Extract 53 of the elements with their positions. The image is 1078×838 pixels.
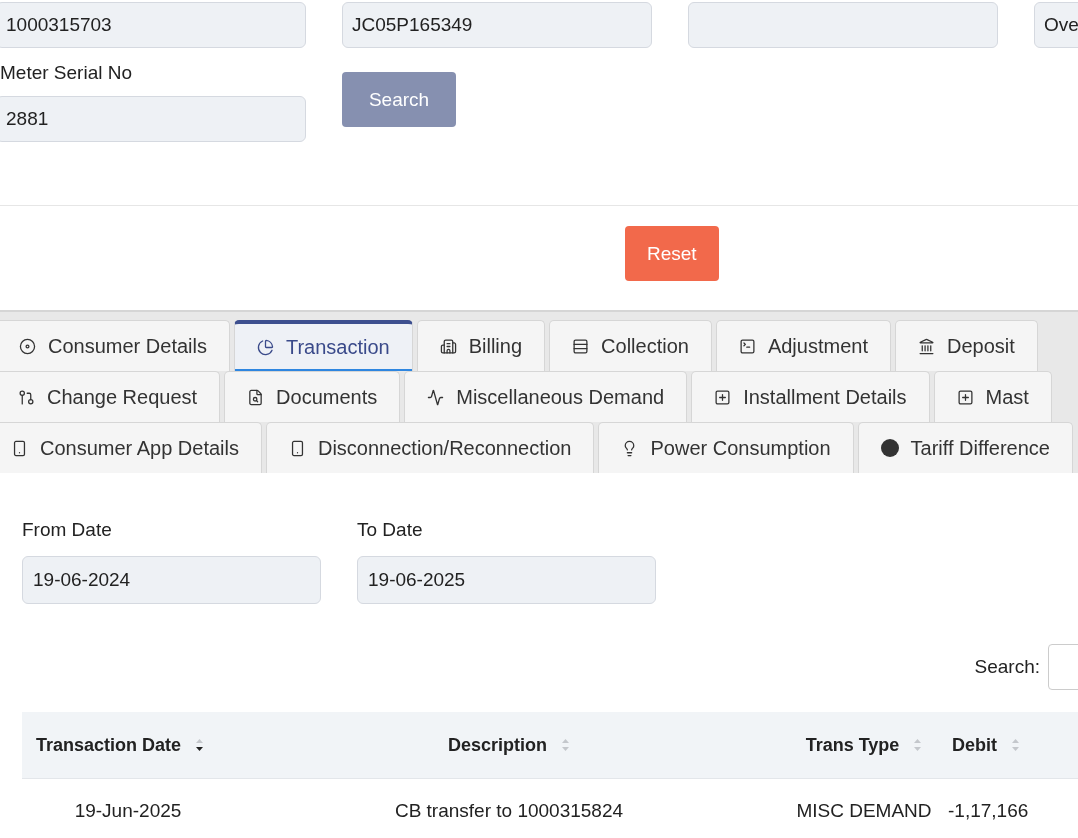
sort-icon[interactable] [195,738,205,752]
tab-icon [247,388,265,406]
tab[interactable]: Mast [933,371,1052,422]
column-header[interactable]: Debit [944,712,1078,779]
column-title: Trans Type [805,734,900,756]
tab[interactable]: Transaction [233,320,413,371]
input-field[interactable]: 1000315703 [0,2,306,48]
column-header[interactable]: Transaction Date [22,712,234,779]
date-field[interactable]: 19-06-2024 [22,556,321,604]
circle-icon [880,439,899,457]
tab[interactable]: Miscellaneous Demand [404,371,688,422]
date-field[interactable]: 19-06-2025 [357,556,656,604]
tab[interactable]: Collection [549,320,712,371]
tab-icon [572,337,590,355]
column-title: Description [448,734,547,756]
tab[interactable]: Disconnection/Reconnection [266,422,595,473]
tab[interactable]: Installment Details [691,371,930,422]
tab-icon [11,439,28,457]
table-cell-text: -1,17,166 [947,799,1030,823]
table-cell-text: CB transfer to 1000315824 [393,799,625,823]
column-title: Debit [952,734,997,756]
search-label: Search: [974,656,1040,678]
tab[interactable]: Change Request [0,371,221,422]
tab-icon [256,339,274,356]
tab[interactable]: Consumer App Details [0,422,262,473]
tab[interactable]: Documents [224,371,401,422]
tab[interactable]: Adjustment [715,320,891,371]
field-label: To Date [357,519,424,541]
column-header[interactable]: Description [234,712,784,779]
tab-icon [714,388,732,406]
tab[interactable]: Deposit [894,320,1038,371]
tab-icon [738,337,756,355]
tab[interactable]: Consumer Details [0,320,230,371]
tab-icon [439,337,457,355]
column-title: Transaction Date [36,734,182,756]
input-field[interactable]: 2881 [0,96,306,142]
tab-icon [427,388,445,406]
input-field[interactable]: JC05P165349 [342,2,652,48]
tab-icon [289,439,306,457]
tab[interactable]: Power Consumption [598,422,854,473]
column-header[interactable]: Trans Type [784,712,944,779]
input-field[interactable]: Ove [1034,2,1078,48]
field-label: From Date [22,519,113,541]
table-cell-text: MISC DEMAND [795,799,933,823]
field-label: Meter Serial No [0,62,133,84]
input-field[interactable] [688,2,998,48]
tab-icon [18,388,35,406]
tab[interactable]: Billing [416,320,546,371]
tab[interactable]: Tariff Difference [857,422,1073,473]
tab-icon [19,337,36,355]
tab-icon [956,388,974,406]
table-cell-text: 19-Jun-2025 [73,799,183,823]
tab-icon [917,337,935,355]
